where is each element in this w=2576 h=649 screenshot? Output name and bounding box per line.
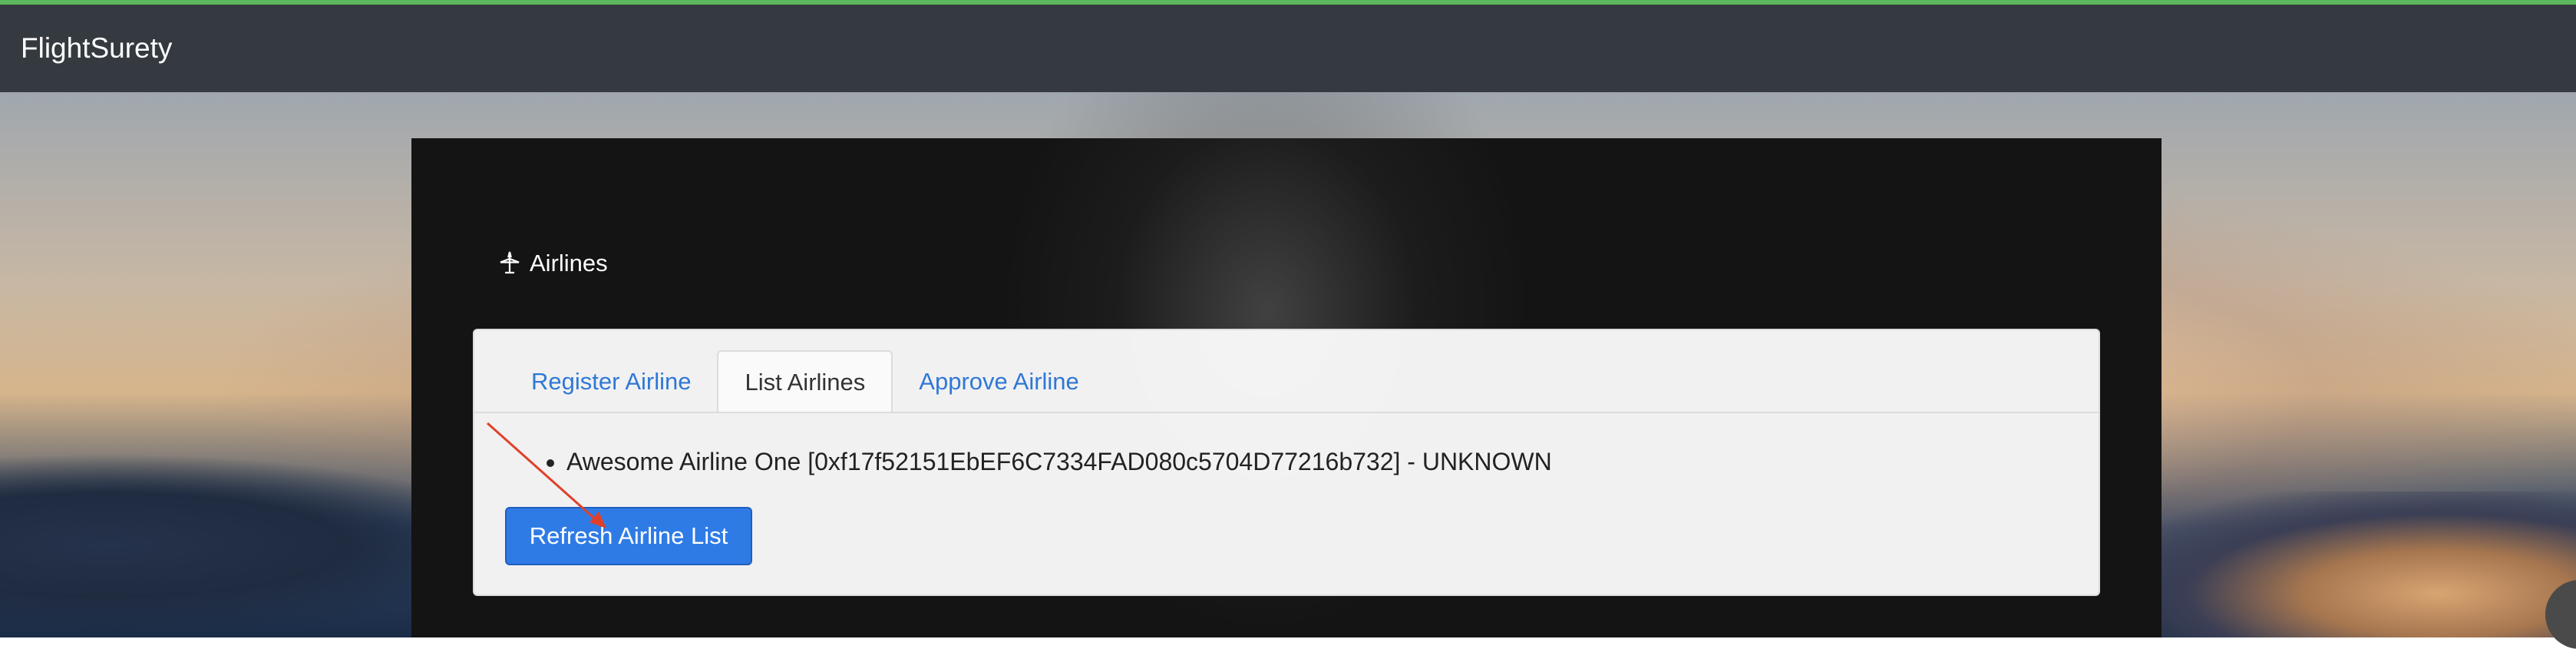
annotation-arrow — [487, 422, 606, 528]
section-title-label: Airlines — [530, 250, 608, 276]
tab-divider — [474, 412, 2099, 413]
brand-title[interactable]: FlightSurety — [21, 32, 172, 65]
clouds-right — [2119, 492, 2576, 637]
airline-list: Awesome Airline One [0xf17f52151EbEF6C73… — [536, 445, 1552, 478]
tab-approve-airline[interactable]: Approve Airline — [893, 350, 1105, 413]
section-title: Airlines — [496, 244, 608, 283]
tab-bar: Register Airline List Airlines Approve A… — [505, 350, 1105, 413]
airlines-card: Register Airline List Airlines Approve A… — [473, 329, 2100, 596]
navbar: FlightSurety — [0, 5, 2576, 92]
tab-register-airline[interactable]: Register Airline — [505, 350, 717, 413]
list-item: Awesome Airline One [0xf17f52151EbEF6C73… — [566, 445, 1552, 478]
tab-list-airlines[interactable]: List Airlines — [717, 350, 893, 413]
airplane-icon — [500, 251, 520, 274]
